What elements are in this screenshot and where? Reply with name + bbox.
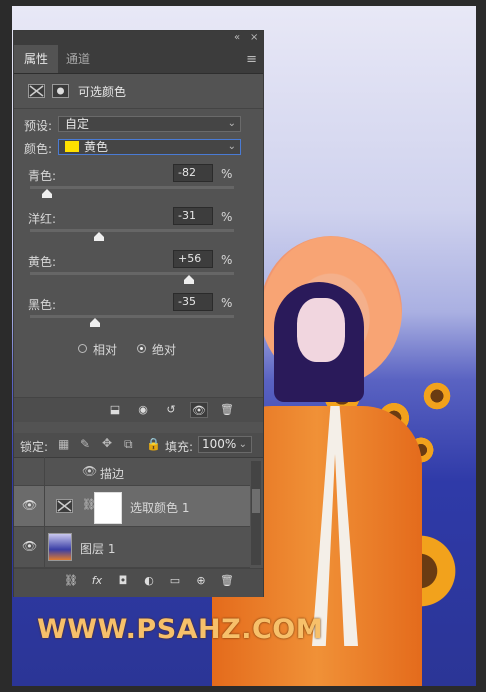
preset-label: 预设: (24, 119, 53, 133)
effect-row[interactable]: 👁 描边 (14, 457, 250, 486)
lock-all-icon[interactable]: 🔒 (146, 437, 161, 451)
yellow-label: 黄色: (28, 255, 57, 269)
adjustment-layer-add-icon[interactable]: ◐ (140, 573, 158, 589)
lock-label: 锁定: (20, 440, 49, 454)
view-previous-icon[interactable]: ◉ (134, 402, 152, 418)
layer-row-image[interactable]: 👁 图层 1 (14, 527, 250, 568)
layers-scrollbar[interactable] (251, 461, 261, 565)
black-label: 黑色: (28, 298, 57, 312)
yellow-slider-track[interactable] (30, 272, 234, 275)
clip-to-layer-icon[interactable]: ⬓ (106, 402, 124, 418)
panel-header: « × (14, 31, 263, 45)
preset-value: 自定 (65, 117, 90, 131)
toggle-visibility-icon[interactable]: 👁 (190, 402, 208, 418)
magenta-slider-track[interactable] (30, 229, 234, 232)
collapse-icon[interactable]: « (234, 32, 240, 43)
link-layers-icon[interactable]: ⛓ (62, 573, 80, 589)
layer-eye-col: 👁 (14, 486, 45, 526)
layer-eye-col: 👁 (14, 527, 45, 567)
tab-channels[interactable]: 通道 (56, 45, 100, 73)
delete-layer-icon[interactable]: 🗑 (218, 573, 236, 589)
black-unit: % (221, 296, 233, 310)
properties-toolbar: ⬓ ◉ ↺ 👁 🗑 (14, 397, 263, 422)
effect-label: 描边 (100, 467, 125, 481)
fill-input[interactable]: 100% ⌄ (198, 436, 252, 453)
colors-dropdown[interactable]: 黄色 ⌄ (58, 139, 241, 155)
layer-row-selective-color[interactable]: 👁 ⛓ 选取颜色 1 (14, 486, 250, 527)
girl-face (297, 298, 345, 362)
layers-toolbar: ⛓ fx ◘ ◐ ▭ ⊕ 🗑 (14, 568, 263, 597)
reset-icon[interactable]: ↺ (162, 402, 180, 418)
delete-icon[interactable]: 🗑 (218, 402, 236, 418)
layer-thumbnail[interactable] (48, 533, 72, 561)
relative-radio[interactable] (78, 344, 87, 353)
lock-pixels-icon[interactable]: ▦ (58, 437, 69, 451)
yellow-value-input[interactable]: +56 (173, 250, 213, 268)
lock-move-icon[interactable]: ✥ (102, 436, 112, 450)
magenta-unit: % (221, 210, 233, 224)
absolute-label: 绝对 (152, 343, 177, 357)
eye-icon[interactable]: 👁 (22, 539, 37, 553)
preset-dropdown[interactable]: 自定 ⌄ (58, 116, 241, 132)
adjustment-layer-icon (56, 499, 73, 513)
lock-artboard-icon[interactable]: ⧉ (124, 437, 133, 452)
chevron-down-icon: ⌄ (238, 439, 247, 450)
eye-icon[interactable]: 👁 (22, 498, 37, 512)
close-icon[interactable]: × (250, 32, 258, 43)
cyan-unit: % (221, 167, 233, 181)
panel-title: 可选颜色 (78, 85, 127, 99)
lock-brush-icon[interactable]: ✎ (80, 437, 90, 451)
fill-value: 100% (202, 437, 237, 451)
magenta-value-input[interactable]: -31 (173, 207, 213, 225)
effect-eye-col (14, 457, 45, 485)
scrollbar-thumb[interactable] (252, 489, 260, 513)
cyan-value-input[interactable]: -82 (173, 164, 213, 182)
relative-label: 相对 (93, 343, 118, 357)
black-value-input[interactable]: -35 (173, 293, 213, 311)
chevron-down-icon: ⌄ (227, 118, 236, 129)
watermark-text: WWW.PSAHZ.COM (37, 614, 324, 645)
cyan-slider-track[interactable] (30, 186, 234, 189)
properties-panel: « × 属性 通道 ≡ 可选颜色 预设: 自定 ⌄ 颜色: 黄色 ⌄ 青色: -… (13, 30, 264, 597)
black-slider-track[interactable] (30, 315, 234, 318)
panel-menu-icon[interactable]: ≡ (246, 52, 257, 67)
panel-tabs: 属性 通道 ≡ (14, 45, 263, 74)
yellow-unit: % (221, 253, 233, 267)
fill-label: 填充: (165, 440, 194, 454)
colors-value: 黄色 (84, 140, 109, 154)
layers-lock-row: 锁定: ▦ ✎ ✥ ⧉ 🔒 填充: 100% ⌄ (14, 433, 263, 458)
yellow-swatch (65, 141, 79, 152)
new-layer-icon[interactable]: ⊕ (192, 573, 210, 589)
layer-name: 图层 1 (80, 542, 116, 556)
sunflower (422, 381, 452, 411)
absolute-radio[interactable] (137, 344, 146, 353)
add-mask-icon[interactable]: ◘ (114, 573, 132, 589)
adjustment-icon[interactable] (28, 84, 45, 98)
magenta-label: 洋红: (28, 212, 57, 226)
fx-icon[interactable]: fx (88, 573, 106, 589)
tab-properties[interactable]: 属性 (14, 45, 59, 73)
adjustment-title-row: 可选颜色 (14, 74, 263, 109)
mask-thumbnail[interactable] (94, 492, 122, 524)
eye-icon[interactable]: 👁 (82, 464, 97, 478)
chevron-down-icon: ⌄ (227, 141, 236, 152)
layer-name: 选取颜色 1 (130, 501, 190, 515)
colors-label: 颜色: (24, 142, 53, 156)
group-folder-icon[interactable]: ▭ (166, 573, 184, 589)
cyan-label: 青色: (28, 169, 57, 183)
mask-icon[interactable] (52, 84, 69, 98)
